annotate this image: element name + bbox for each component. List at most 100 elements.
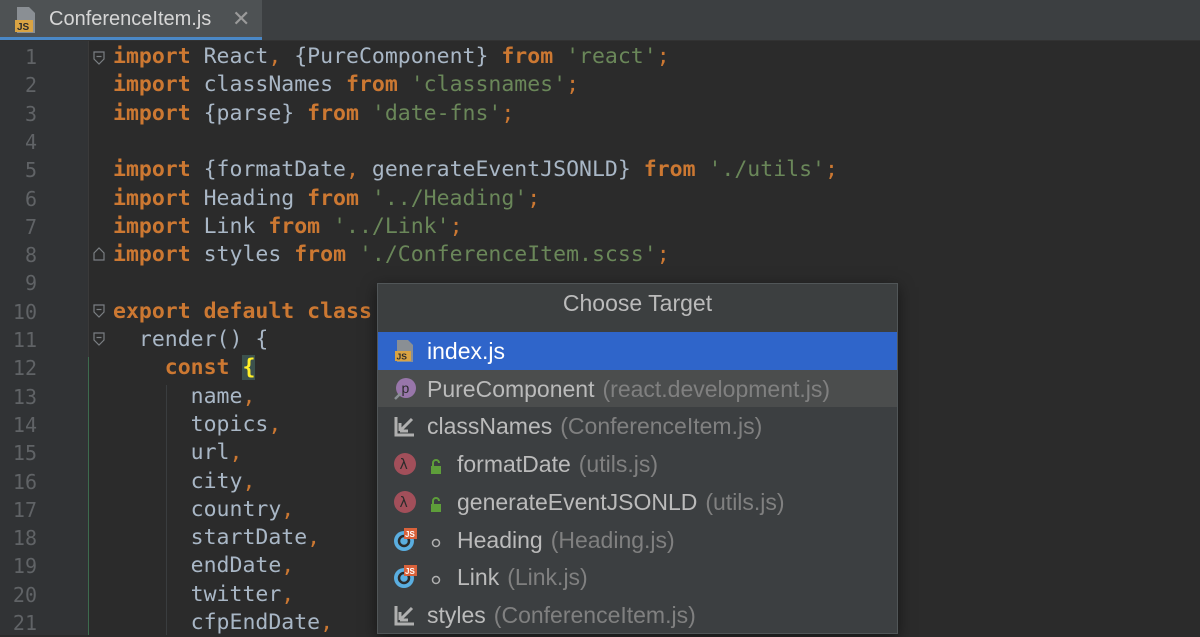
line-number: 16 <box>12 469 37 494</box>
code-token: import <box>113 100 191 126</box>
code-token: './utils' <box>695 157 825 183</box>
popup-title: Choose Target <box>562 290 713 316</box>
code-token: from <box>268 213 321 239</box>
line-number: 19 <box>12 554 37 579</box>
code-line: const { <box>113 354 256 382</box>
code-token: generateEventJSONLD} <box>358 157 644 183</box>
code-token: from <box>307 100 359 126</box>
svg-text:λ: λ <box>400 495 408 511</box>
target-item[interactable]: styles (ConferenceItem.js) <box>378 596 897 634</box>
code-token: {parse} <box>190 100 308 126</box>
lock-icon <box>428 455 444 475</box>
line-number: 5 <box>24 158 37 183</box>
code-token: , <box>229 440 243 466</box>
line-number: 12 <box>12 356 37 381</box>
code-token: , <box>346 157 359 183</box>
line-number: 15 <box>12 441 37 466</box>
target-item[interactable]: classNames (ConferenceItem.js) <box>378 407 897 445</box>
caret-row-marker <box>88 357 89 635</box>
line-number: 18 <box>12 526 37 551</box>
code-token: '../Link' <box>320 213 450 239</box>
code-token: country <box>113 496 282 522</box>
code-line: url, <box>113 439 243 467</box>
dot-icon <box>428 531 444 549</box>
code-token: from <box>346 72 398 98</box>
code-token: , <box>268 44 282 69</box>
code-token: topics <box>113 411 269 437</box>
code-token: const <box>164 355 230 381</box>
code-token: cfpEndDate <box>113 610 321 635</box>
line-number: 8 <box>24 243 37 268</box>
code-token: from <box>294 242 347 268</box>
fold-icon[interactable] <box>93 332 105 346</box>
code-line: render() { <box>113 326 268 354</box>
target-location: (Heading.js) <box>550 526 675 553</box>
choose-target-popup: Choose Target JS index.js p PureComponent (r… <box>377 283 898 634</box>
fold-icon[interactable] <box>93 304 105 318</box>
code-token: 'react' <box>553 44 657 69</box>
target-item[interactable]: JS index.js <box>378 332 897 370</box>
svg-text:JS: JS <box>397 352 408 362</box>
svg-text:p: p <box>402 380 410 396</box>
code-line: cfpEndDate, <box>113 609 333 637</box>
code-token: import <box>113 44 191 69</box>
code-line: import styles from './ConferenceItem.scs… <box>113 241 670 269</box>
fold-end-icon[interactable] <box>93 247 105 261</box>
lambda-function-icon: λ <box>393 452 417 476</box>
code-token: styles <box>190 242 295 268</box>
code-token: city <box>113 468 243 494</box>
code-token: startDate <box>113 525 308 551</box>
code-line: name, <box>113 383 256 411</box>
tab-conferenceitem[interactable]: JS ConferenceItem.js ✕ <box>0 0 262 40</box>
line-number: 9 <box>24 271 37 296</box>
code-token: 'date-fns' <box>358 100 502 126</box>
code-line: export default class <box>113 298 372 326</box>
line-number: 10 <box>12 299 37 324</box>
code-token: Link <box>190 213 269 239</box>
target-name: PureComponent (react.development.js) <box>427 375 831 402</box>
lock-icon <box>428 493 444 512</box>
code-token: import <box>113 185 191 211</box>
target-item[interactable]: JS Heading (Heading.js) <box>378 521 897 559</box>
target-name: formatDate (utils.js) <box>457 451 658 478</box>
line-number: 1 <box>24 45 37 69</box>
target-name: Link (Link.js) <box>457 564 588 591</box>
property-icon: p <box>393 377 417 401</box>
code-token: ; <box>449 213 463 239</box>
code-line: import {formatDate, generateEventJSONLD}… <box>113 156 838 184</box>
target-location: (ConferenceItem.js) <box>560 413 763 440</box>
target-item[interactable]: λ generateEventJSONLD (utils.js) <box>378 483 897 521</box>
code-token: , <box>242 383 256 409</box>
line-number: 4 <box>24 129 37 154</box>
target-item[interactable]: p PureComponent (react.development.js) <box>378 369 897 408</box>
code-token: '../Heading' <box>358 185 528 211</box>
js-class-icon: JS <box>393 527 417 552</box>
target-name: index.js <box>427 338 505 364</box>
line-number: 13 <box>12 384 37 409</box>
line-number: 11 <box>12 328 37 352</box>
tab-label: ConferenceItem.js <box>49 8 212 30</box>
target-location: (ConferenceItem.js) <box>493 601 696 628</box>
line-number: 17 <box>12 497 37 522</box>
code-token: {formatDate <box>190 157 347 183</box>
target-item[interactable]: JS Link (Link.js) <box>378 558 897 596</box>
target-location: (Link.js) <box>507 564 588 591</box>
code-token: , <box>320 610 334 635</box>
code-token: from <box>501 44 554 69</box>
fold-icon[interactable] <box>93 51 105 65</box>
code-token: ; <box>656 242 670 268</box>
close-icon[interactable]: ✕ <box>232 6 250 32</box>
code-line: import Heading from '../Heading'; <box>113 185 540 213</box>
target-item[interactable]: λ formatDate (utils.js) <box>378 445 897 483</box>
target-name: generateEventJSONLD (utils.js) <box>457 488 785 515</box>
code-line: topics, <box>113 411 282 439</box>
code-token: classNames <box>190 72 347 98</box>
target-name: Heading (Heading.js) <box>457 526 675 553</box>
line-number: 2 <box>24 73 37 98</box>
code-token: {PureComponent} <box>281 44 502 69</box>
target-location: (utils.js) <box>578 451 658 478</box>
code-token: , <box>268 411 282 437</box>
line-number: 3 <box>24 101 37 126</box>
